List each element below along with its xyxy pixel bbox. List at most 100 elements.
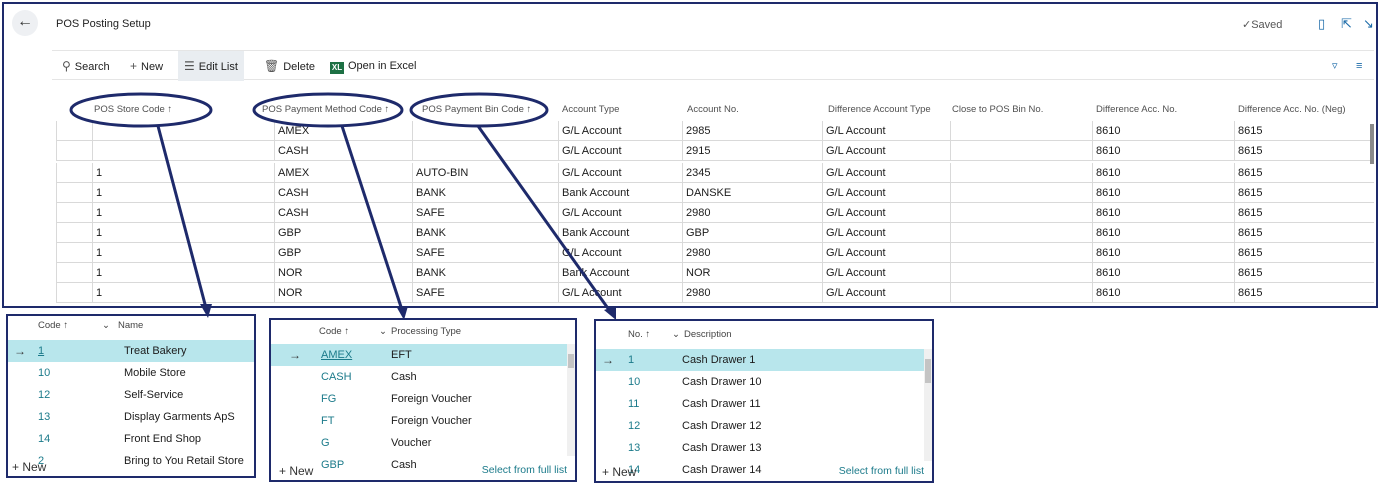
- table-cell[interactable]: 8615: [1234, 263, 1374, 283]
- row-selector[interactable]: [56, 141, 92, 161]
- list-item-code[interactable]: 1: [38, 340, 44, 362]
- list-item[interactable]: CASH Cash: [271, 366, 567, 388]
- table-cell[interactable]: 8615: [1234, 163, 1374, 183]
- table-row[interactable]: CASH G/L Account 2915 G/L Account 8610 8615: [56, 141, 1374, 161]
- row-selector[interactable]: [56, 121, 92, 141]
- row-selector[interactable]: [56, 283, 92, 303]
- row-selector[interactable]: [56, 243, 92, 263]
- table-cell[interactable]: 8615: [1234, 283, 1374, 303]
- table-cell[interactable]: [950, 283, 1092, 303]
- table-cell[interactable]: 1: [92, 243, 274, 263]
- table-cell[interactable]: [950, 263, 1092, 283]
- table-cell[interactable]: GBP: [682, 223, 822, 243]
- table-cell[interactable]: G/L Account: [822, 163, 950, 183]
- bookmark-icon[interactable]: ▯: [1318, 16, 1325, 32]
- list-item-code[interactable]: 13: [628, 437, 640, 459]
- table-cell[interactable]: [950, 163, 1092, 183]
- table-cell[interactable]: [950, 243, 1092, 263]
- table-cell[interactable]: 2980: [682, 203, 822, 223]
- list-item[interactable]: 13 Cash Drawer 13: [596, 437, 926, 459]
- table-row[interactable]: 1 CASH BANK Bank Account DANSKE G/L Account 86…: [56, 183, 1374, 203]
- table-cell[interactable]: CASH: [274, 203, 412, 223]
- list-item[interactable]: → 1 Treat Bakery: [8, 340, 254, 362]
- col-header-difference-acc-no-neg[interactable]: Difference Acc. No. (Neg): [1238, 100, 1346, 120]
- table-cell[interactable]: 8610: [1092, 203, 1234, 223]
- table-cell[interactable]: 8615: [1234, 203, 1374, 223]
- table-cell[interactable]: NOR: [682, 263, 822, 283]
- row-selector[interactable]: [56, 263, 92, 283]
- col-header-difference-acc-no[interactable]: Difference Acc. No.: [1096, 100, 1177, 120]
- table-cell[interactable]: 1: [92, 163, 274, 183]
- table-cell[interactable]: NOR: [274, 283, 412, 303]
- bin-lookup-col-code[interactable]: No. ↑: [628, 325, 650, 345]
- list-item[interactable]: → 1 Cash Drawer 1: [596, 349, 926, 371]
- list-item-code[interactable]: 1: [628, 349, 634, 371]
- table-cell[interactable]: 2985: [682, 121, 822, 141]
- table-row[interactable]: 1 NOR SAFE G/L Account 2980 G/L Account 8610 86…: [56, 283, 1374, 303]
- list-item[interactable]: FG Foreign Voucher: [271, 388, 567, 410]
- bin-lookup-scrollbar[interactable]: [924, 349, 932, 461]
- table-cell[interactable]: 8615: [1234, 243, 1374, 263]
- bin-lookup-new-button[interactable]: + New: [602, 465, 636, 479]
- table-cell[interactable]: [950, 203, 1092, 223]
- table-cell[interactable]: [950, 183, 1092, 203]
- table-cell[interactable]: [950, 121, 1092, 141]
- edit-list-button[interactable]: ☰ Edit List: [178, 51, 244, 81]
- table-cell[interactable]: G/L Account: [822, 283, 950, 303]
- method-lookup-new-button[interactable]: + New: [279, 464, 313, 478]
- list-item-code[interactable]: G: [321, 432, 330, 454]
- table-cell[interactable]: BANK: [412, 183, 558, 203]
- grid-scrollbar[interactable]: [1370, 124, 1374, 164]
- bin-lookup-col-desc[interactable]: Description: [684, 325, 732, 345]
- table-cell[interactable]: [950, 141, 1092, 161]
- list-item-code[interactable]: AMEX: [321, 344, 352, 366]
- list-item-code[interactable]: GBP: [321, 454, 344, 476]
- list-item-code[interactable]: 14: [38, 428, 50, 450]
- list-item[interactable]: FT Foreign Voucher: [271, 410, 567, 432]
- table-cell[interactable]: CASH: [274, 183, 412, 203]
- table-cell[interactable]: 1: [92, 263, 274, 283]
- collapse-icon[interactable]: ↘: [1363, 16, 1374, 32]
- row-selector[interactable]: [56, 183, 92, 203]
- bin-lookup-full-list-link[interactable]: Select from full list: [839, 465, 924, 477]
- table-cell[interactable]: 8610: [1092, 141, 1234, 161]
- table-row[interactable]: 1 NOR BANK Bank Account NOR G/L Account 8610 86…: [56, 263, 1374, 283]
- col-header-account-type[interactable]: Account Type: [562, 100, 619, 120]
- table-cell[interactable]: 8615: [1234, 183, 1374, 203]
- row-selector[interactable]: [56, 203, 92, 223]
- store-lookup-new-button[interactable]: + New: [12, 460, 46, 474]
- table-cell[interactable]: NOR: [274, 263, 412, 283]
- list-item[interactable]: 10 Cash Drawer 10: [596, 371, 926, 393]
- back-arrow-icon[interactable]: ←: [12, 10, 38, 36]
- store-lookup-col-code[interactable]: Code ↑: [38, 316, 68, 336]
- method-lookup-col-type[interactable]: Processing Type: [391, 322, 461, 342]
- list-item[interactable]: 11 Cash Drawer 11: [596, 393, 926, 415]
- table-cell[interactable]: G/L Account: [558, 203, 682, 223]
- new-button[interactable]: + New: [130, 51, 163, 81]
- list-item-code[interactable]: 11: [628, 393, 639, 415]
- col-header-pos-payment-bin-code[interactable]: POS Payment Bin Code ↑: [422, 100, 531, 120]
- table-cell[interactable]: 8610: [1092, 223, 1234, 243]
- col-header-difference-account-type[interactable]: Difference Account Type: [828, 100, 931, 120]
- table-cell[interactable]: G/L Account: [822, 141, 950, 161]
- table-cell[interactable]: G/L Account: [822, 223, 950, 243]
- table-cell[interactable]: DANSKE: [682, 183, 822, 203]
- list-item-code[interactable]: CASH: [321, 366, 352, 388]
- method-lookup-col-code[interactable]: Code ↑: [319, 322, 349, 342]
- list-item-code[interactable]: 10: [628, 371, 640, 393]
- table-cell[interactable]: 8615: [1234, 223, 1374, 243]
- table-cell[interactable]: G/L Account: [822, 263, 950, 283]
- chevron-down-icon[interactable]: ⌄: [672, 325, 680, 345]
- list-item[interactable]: 13 Display Garments ApS: [8, 406, 254, 428]
- col-header-account-no[interactable]: Account No.: [687, 100, 739, 120]
- table-cell[interactable]: 8610: [1092, 263, 1234, 283]
- table-cell[interactable]: G/L Account: [822, 243, 950, 263]
- table-cell[interactable]: [92, 121, 274, 141]
- open-in-excel-button[interactable]: XL Open in Excel: [330, 51, 416, 81]
- col-header-close-to-pos-bin-no[interactable]: Close to POS Bin No.: [952, 100, 1043, 120]
- table-cell[interactable]: Bank Account: [558, 223, 682, 243]
- table-row[interactable]: 1 GBP SAFE G/L Account 2980 G/L Account 8610 86…: [56, 243, 1374, 263]
- list-item[interactable]: 14 Front End Shop: [8, 428, 254, 450]
- table-cell[interactable]: GBP: [274, 243, 412, 263]
- delete-button[interactable]: 🗑 Delete: [264, 51, 315, 81]
